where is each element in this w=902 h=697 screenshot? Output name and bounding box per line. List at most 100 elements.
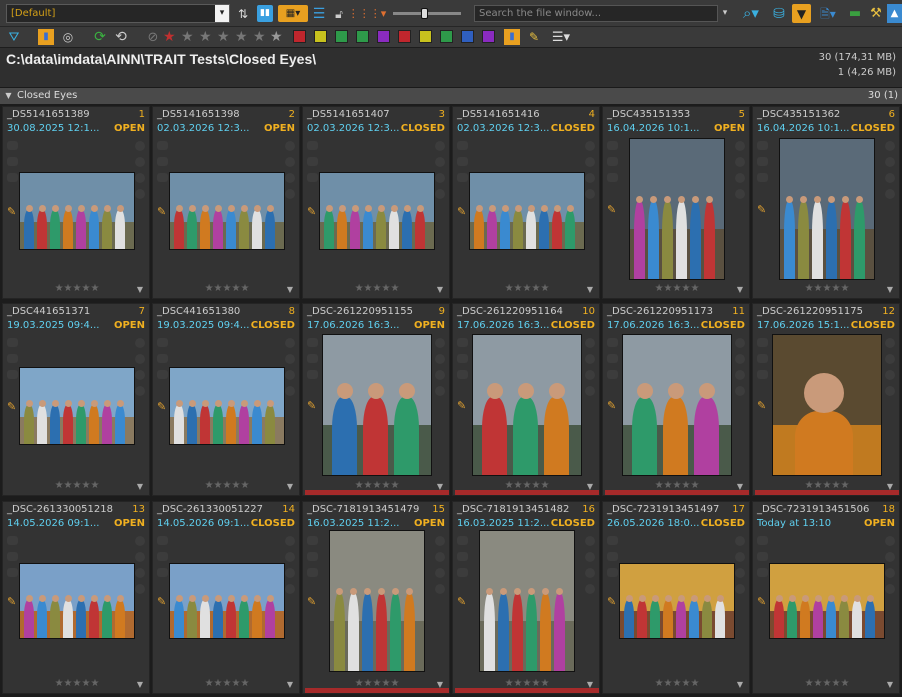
side-dot[interactable] xyxy=(435,338,445,348)
side-dot[interactable] xyxy=(885,370,895,380)
pencil-icon[interactable]: ✎ xyxy=(157,205,166,218)
side-control[interactable] xyxy=(757,552,768,561)
side-control[interactable] xyxy=(157,141,168,150)
side-dot[interactable] xyxy=(885,141,895,151)
side-dot[interactable] xyxy=(285,338,295,348)
pencil-icon[interactable]: ✎ xyxy=(307,205,316,218)
pencil-icon[interactable]: ✎ xyxy=(307,595,316,608)
side-dot[interactable] xyxy=(285,536,295,546)
side-dot[interactable] xyxy=(435,386,445,396)
side-dot[interactable] xyxy=(135,157,145,167)
rating-stars-icon[interactable]: ★★★★★ xyxy=(3,480,151,491)
side-dot[interactable] xyxy=(285,189,295,199)
side-control[interactable] xyxy=(757,370,768,379)
pencil-icon[interactable]: ✎ xyxy=(457,595,466,608)
side-control[interactable] xyxy=(607,568,618,577)
thumbnail-card[interactable]: _DSC-7231913451497 17 26.05.2026 18:0... CL… xyxy=(602,501,750,694)
side-dot[interactable] xyxy=(135,536,145,546)
search-input[interactable]: Search the file window... xyxy=(474,5,718,22)
side-control[interactable] xyxy=(7,370,18,379)
image-thumbnail[interactable] xyxy=(19,172,135,250)
reject-star-icon[interactable]: ★ xyxy=(163,29,176,45)
side-dot[interactable] xyxy=(885,157,895,167)
side-dot[interactable] xyxy=(285,141,295,151)
side-dot[interactable] xyxy=(735,552,745,562)
color-label-yellow[interactable] xyxy=(314,30,327,43)
side-control[interactable] xyxy=(7,157,18,166)
side-dot[interactable] xyxy=(435,370,445,380)
thumbnail-card[interactable]: _DSC435151362 6 16.04.2026 10:1... CLOSED ✎ ★… xyxy=(752,106,900,299)
database-icon[interactable]: ⛁ xyxy=(770,4,788,23)
color-label-blue[interactable] xyxy=(461,30,474,43)
image-thumbnail[interactable] xyxy=(619,563,735,639)
side-dot[interactable] xyxy=(735,338,745,348)
card-menu-arrow-icon[interactable]: ▼ xyxy=(437,285,443,294)
star-3-icon[interactable]: ★ xyxy=(217,29,230,45)
thumbnail-card[interactable]: _DSC441651380 8 19.03.2025 09:4... CLOSED ✎ ★… xyxy=(152,303,300,496)
rating-stars-icon[interactable]: ★★★★★ xyxy=(153,678,301,689)
side-dot[interactable] xyxy=(735,584,745,594)
columns-view-icon[interactable]: ▮▮ xyxy=(257,5,273,22)
image-thumbnail[interactable] xyxy=(169,563,285,639)
rating-stars-icon[interactable]: ★★★★★ xyxy=(603,283,751,294)
side-dot[interactable] xyxy=(585,386,595,396)
side-control[interactable] xyxy=(307,141,318,150)
side-control[interactable] xyxy=(157,354,168,363)
side-dot[interactable] xyxy=(885,552,895,562)
pencil-icon[interactable]: ✎ xyxy=(157,400,166,413)
side-control[interactable] xyxy=(457,141,468,150)
side-dot[interactable] xyxy=(285,354,295,364)
pencil-icon[interactable]: ✎ xyxy=(607,595,616,608)
side-control[interactable] xyxy=(7,552,18,561)
chevron-down-icon[interactable]: ▾ xyxy=(215,5,229,22)
side-dot[interactable] xyxy=(585,536,595,546)
color-label-red[interactable] xyxy=(293,30,306,43)
side-dot[interactable] xyxy=(285,370,295,380)
side-control[interactable] xyxy=(607,157,618,166)
star-1-icon[interactable]: ★ xyxy=(181,29,194,45)
search-icon[interactable]: ⌕▾ xyxy=(738,4,764,23)
side-dot[interactable] xyxy=(585,370,595,380)
card-menu-arrow-icon[interactable]: ▼ xyxy=(137,482,143,491)
image-thumbnail[interactable] xyxy=(169,172,285,250)
thumbnail-card[interactable]: _DSC-261220951164 10 17.06.2026 16:3... CLO… xyxy=(452,303,600,496)
thumbnail-size-slider[interactable] xyxy=(393,8,461,19)
side-control[interactable] xyxy=(307,370,318,379)
rating-stars-icon[interactable]: ★★★★★ xyxy=(753,283,901,294)
thumbnail-card[interactable]: _DSC435151353 5 16.04.2026 10:1... OPEN ✎ ★★★… xyxy=(602,106,750,299)
thumbnail-card[interactable]: _DSC-261220951173 11 17.06.2026 16:3... CLO… xyxy=(602,303,750,496)
side-dot[interactable] xyxy=(735,370,745,380)
card-menu-arrow-icon[interactable]: ▼ xyxy=(137,680,143,689)
side-dot[interactable] xyxy=(735,189,745,199)
sort-icon[interactable]: ⇅ xyxy=(234,5,252,22)
group-header[interactable]: ▼ Closed Eyes 30 (1) xyxy=(0,88,902,104)
thumbnail-card[interactable]: _DSC-7181913451482 16 16.03.2025 11:2... CL… xyxy=(452,501,600,694)
side-dot[interactable] xyxy=(585,584,595,594)
side-control[interactable] xyxy=(7,338,18,347)
side-dot[interactable] xyxy=(735,157,745,167)
color-label-red-2[interactable] xyxy=(398,30,411,43)
color-label-purple[interactable] xyxy=(377,30,390,43)
side-control[interactable] xyxy=(457,157,468,166)
side-dot[interactable] xyxy=(735,386,745,396)
thumbnail-card[interactable]: _DS5141651389 1 30.08.2025 12:1... OPEN ✎ ★★★… xyxy=(2,106,150,299)
card-menu-arrow-icon[interactable]: ▼ xyxy=(887,680,893,689)
side-control[interactable] xyxy=(607,536,618,545)
funnel-icon[interactable]: ⛛ xyxy=(6,29,22,45)
sync-icon[interactable]: ⟲ xyxy=(113,29,129,45)
refresh-icon[interactable]: ⟳ xyxy=(92,29,108,45)
star-5-icon[interactable]: ★ xyxy=(253,29,266,45)
all-stars-icon[interactable]: ★ xyxy=(270,29,283,45)
pencil-icon[interactable]: ✎ xyxy=(757,595,766,608)
card-menu-arrow-icon[interactable]: ▼ xyxy=(287,680,293,689)
side-dot[interactable] xyxy=(135,552,145,562)
rating-stars-icon[interactable]: ★★★★★ xyxy=(3,678,151,689)
side-control[interactable] xyxy=(457,552,468,561)
pencil-icon[interactable]: ✎ xyxy=(526,29,542,45)
card-menu-arrow-icon[interactable]: ▼ xyxy=(287,482,293,491)
image-thumbnail[interactable] xyxy=(622,334,732,476)
side-dot[interactable] xyxy=(435,189,445,199)
pencil-icon[interactable]: ✎ xyxy=(607,203,616,216)
side-control[interactable] xyxy=(757,568,768,577)
side-dot[interactable] xyxy=(435,157,445,167)
